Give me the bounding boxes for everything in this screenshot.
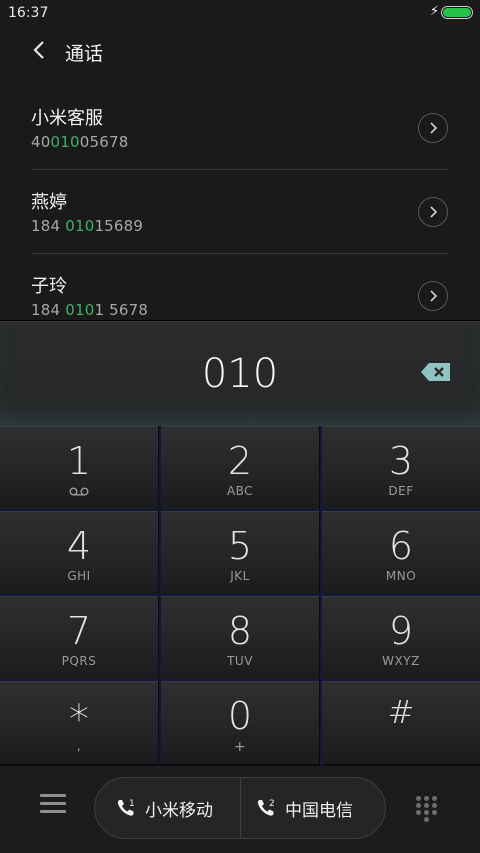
sim-call-group: 1 小米移动 2 中国电信 [94, 777, 386, 839]
bottom-bar: 1 小米移动 2 中国电信 [0, 766, 480, 853]
contact-name: 小米客服 [31, 108, 103, 129]
key-digit: * [69, 697, 89, 743]
contact-number: 184 01015689 [31, 217, 143, 235]
menu-line [40, 810, 66, 813]
call-sim2-button[interactable]: 2 中国电信 [255, 778, 353, 838]
key-digit: 9 [388, 609, 414, 653]
dial-keypad: 1 2 ABC 3 DEF 4 GHI 5 JKL 6 MNO 7 PQRS 8… [0, 426, 480, 766]
voicemail-icon [69, 487, 89, 496]
sim-slot-number: 1 [129, 799, 135, 809]
battery-level [443, 8, 471, 17]
menu-line [40, 794, 66, 797]
back-arrow-icon[interactable] [28, 36, 50, 64]
key-letters: WXYZ [382, 654, 420, 668]
contact-detail-button[interactable] [418, 113, 448, 143]
key-digit: 5 [227, 524, 253, 568]
key-digit: 6 [388, 524, 414, 568]
key-4[interactable]: 4 GHI [0, 511, 158, 594]
keypad-divider [320, 426, 322, 766]
key-letters: MNO [385, 569, 417, 583]
number-prefix: 184 [31, 217, 66, 235]
menu-icon[interactable] [40, 794, 66, 818]
key-letters: GHI [67, 569, 91, 583]
key-1[interactable]: 1 [0, 426, 158, 509]
sim2-phone-icon: 2 [257, 799, 275, 816]
dialed-number: 010 [201, 351, 279, 397]
status-time: 16:37 [8, 5, 49, 21]
key-letters: DEF [388, 484, 414, 498]
key-3[interactable]: 3 DEF [322, 426, 480, 509]
contact-row[interactable]: 小米客服 4001005678 [0, 86, 480, 170]
key-digit: 8 [227, 609, 253, 653]
chevron-right-icon [430, 122, 438, 134]
key-digit: 0 [227, 694, 253, 738]
menu-line [40, 802, 66, 805]
keypad-divider [0, 594, 480, 596]
key-letters: + [233, 739, 247, 755]
key-6[interactable]: 6 MNO [322, 511, 480, 594]
dial-display: 010 [0, 320, 480, 428]
keypad-divider [159, 426, 161, 766]
key-7[interactable]: 7 PQRS [0, 596, 158, 679]
call-sim1-button[interactable]: 1 小米移动 [115, 778, 213, 838]
status-bar: 16:37 ⚡ [0, 0, 480, 26]
key-hash[interactable]: # [322, 681, 480, 764]
key-0[interactable]: 0 + [161, 681, 319, 764]
key-letters: JKL [230, 569, 250, 583]
key-digit: 3 [388, 439, 414, 483]
contact-row[interactable]: 燕婷 184 01015689 [0, 170, 480, 254]
sim-slot-number: 2 [269, 799, 275, 809]
contact-detail-button[interactable] [418, 281, 448, 311]
contact-number: 184 0101 5678 [31, 301, 148, 319]
key-digit: # [387, 693, 415, 731]
key-digit: 2 [227, 439, 253, 483]
sim1-label: 小米移动 [145, 800, 213, 821]
contact-name: 燕婷 [31, 192, 67, 213]
chevron-right-icon [430, 290, 438, 302]
number-suffix: 05678 [79, 133, 129, 151]
key-5[interactable]: 5 JKL [161, 511, 319, 594]
sim1-phone-icon: 1 [117, 799, 135, 816]
sim2-label: 中国电信 [285, 800, 353, 821]
key-2[interactable]: 2 ABC [161, 426, 319, 509]
key-9[interactable]: 9 WXYZ [322, 596, 480, 679]
number-match: 010 [65, 301, 95, 319]
contact-name: 子玲 [31, 276, 67, 297]
key-letters: ABC [226, 484, 254, 498]
contact-match-list: 小米客服 4001005678 燕婷 184 01015689 子玲 184 0… [0, 86, 480, 338]
charging-icon: ⚡ [430, 4, 440, 19]
page-title: 通话 [65, 43, 104, 65]
contact-number: 4001005678 [31, 133, 128, 151]
key-digit: 4 [66, 524, 92, 568]
number-prefix: 40 [31, 133, 51, 151]
number-prefix: 184 [31, 301, 66, 319]
number-match: 010 [50, 133, 80, 151]
key-star[interactable]: * , [0, 681, 158, 764]
chevron-right-icon [430, 206, 438, 218]
dialpad-toggle-icon[interactable] [416, 796, 438, 822]
key-letters: PQRS [61, 654, 97, 668]
number-suffix: 15689 [94, 217, 144, 235]
contact-detail-button[interactable] [418, 197, 448, 227]
key-digit: 1 [66, 439, 92, 483]
divider [240, 778, 241, 838]
backspace-icon[interactable] [420, 361, 452, 383]
keypad-divider [0, 679, 480, 681]
key-letters: , [76, 739, 82, 753]
key-digit: 7 [66, 609, 92, 653]
keypad-divider [0, 509, 480, 511]
battery-icon [441, 6, 473, 19]
number-match: 010 [65, 217, 95, 235]
key-8[interactable]: 8 TUV [161, 596, 319, 679]
key-letters: TUV [227, 654, 253, 668]
title-bar: 通话 [0, 26, 480, 78]
number-suffix: 1 5678 [94, 301, 149, 319]
